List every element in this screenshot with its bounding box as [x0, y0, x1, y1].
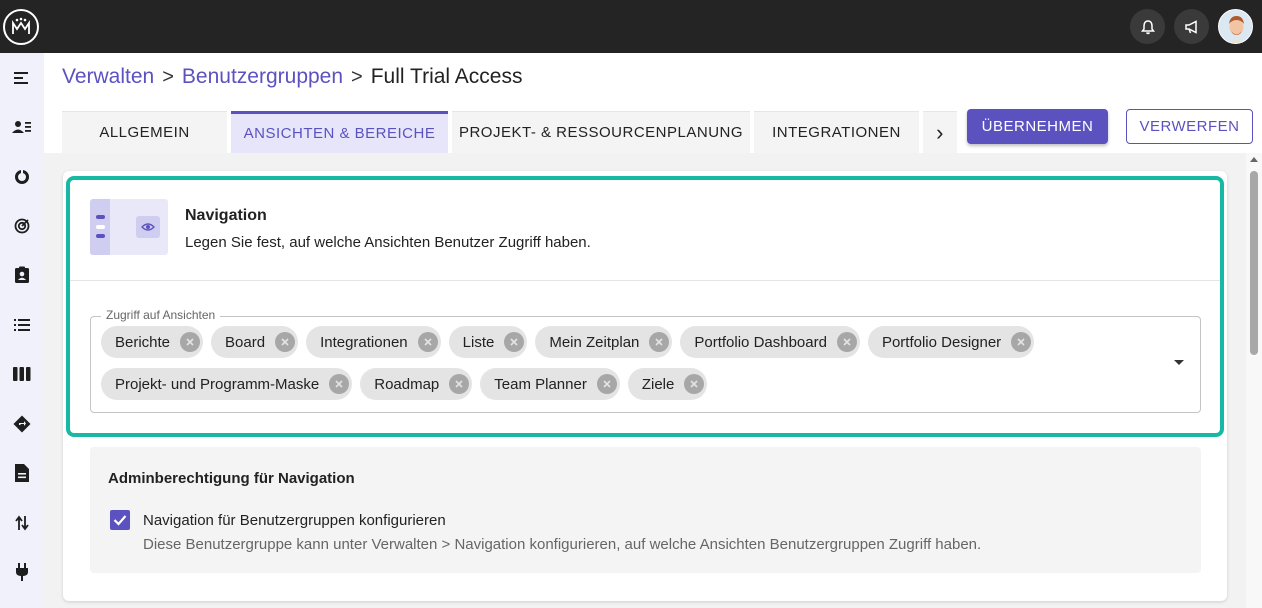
chip-integrationen: Integrationen — [306, 326, 441, 358]
views-access-label: Zugriff auf Ansichten — [101, 308, 221, 322]
users-icon[interactable] — [12, 117, 32, 137]
navigation-illustration — [90, 199, 168, 255]
navigation-title: Navigation — [185, 207, 267, 224]
chip-ziele: Ziele — [627, 368, 708, 400]
configure-navigation-checkbox[interactable] — [110, 510, 130, 530]
tab-bar: ALLGEMEIN ANSICHTEN & BEREICHE PROJEKT- … — [62, 111, 961, 153]
views-access-select[interactable]: Zugriff auf Ansichten Berichte Board Int… — [90, 308, 1201, 413]
sidebar — [0, 53, 44, 608]
admin-permission-title: Adminberechtigung für Navigation — [108, 470, 355, 487]
configure-navigation-label[interactable]: Navigation für Benutzergruppen konfiguri… — [143, 512, 446, 529]
chip-label: Portfolio Dashboard — [694, 333, 827, 351]
chip-team-planner: Team Planner — [480, 368, 620, 400]
chip-projekt-programm-maske: Projekt- und Programm-Maske — [101, 368, 353, 400]
chip-remove-icon[interactable] — [180, 332, 201, 352]
logo-icon — [12, 17, 30, 34]
document-icon[interactable] — [12, 463, 32, 483]
announcements-button[interactable] — [1174, 9, 1209, 44]
chip-remove-icon[interactable] — [449, 374, 470, 394]
configure-navigation-description: Diese Benutzergruppe kann unter Verwalte… — [143, 536, 982, 553]
breadcrumb-verwalten[interactable]: Verwalten — [62, 65, 154, 89]
chip-remove-icon[interactable] — [1011, 332, 1032, 352]
chip-label: Board — [225, 333, 266, 351]
chip-label: Portfolio Designer — [881, 333, 1002, 351]
chip-remove-icon[interactable] — [417, 332, 438, 352]
illustration-line — [96, 215, 105, 219]
admin-permission-section: Adminberechtigung für Navigation Navigat… — [90, 447, 1201, 573]
breadcrumb: Verwalten > Benutzergruppen > Full Trial… — [62, 63, 522, 91]
eye-icon — [136, 216, 160, 238]
chip-remove-icon[interactable] — [504, 332, 525, 352]
chip-label: Liste — [462, 333, 495, 351]
chip-board: Board — [211, 326, 299, 358]
menu-icon[interactable] — [12, 68, 32, 88]
discard-button[interactable]: VERWERFEN — [1126, 109, 1253, 144]
tab-ansichten-bereiche[interactable]: ANSICHTEN & BEREICHE — [231, 111, 448, 153]
views-chip-list: Berichte Board Integrationen Liste Mein … — [101, 326, 1151, 400]
dashboard-icon[interactable] — [12, 167, 32, 187]
chevron-right-icon: › — [936, 119, 944, 145]
chip-remove-icon[interactable] — [596, 374, 617, 394]
app-logo[interactable] — [3, 9, 39, 45]
dropdown-arrow-icon[interactable] — [1174, 360, 1184, 365]
scrollbar-thumb[interactable] — [1250, 171, 1258, 355]
breadcrumb-separator: > — [351, 65, 363, 88]
apply-button[interactable]: ÜBERNEHMEN — [967, 109, 1108, 144]
chip-label: Integrationen — [320, 333, 408, 351]
chip-roadmap: Roadmap — [360, 368, 473, 400]
chip-label: Berichte — [115, 333, 171, 351]
bell-icon — [1140, 19, 1155, 34]
chip-remove-icon[interactable] — [329, 374, 350, 394]
chip-label: Ziele — [641, 375, 675, 393]
illustration-line — [96, 234, 105, 238]
scrollbar[interactable] — [1246, 153, 1262, 608]
divider — [70, 280, 1220, 281]
chip-portfolio-designer: Portfolio Designer — [867, 326, 1035, 358]
roadmap-icon[interactable] — [12, 414, 32, 434]
illustration-line — [96, 225, 105, 229]
chip-portfolio-dashboard: Portfolio Dashboard — [680, 326, 860, 358]
chip-mein-zeitplan: Mein Zeitplan — [535, 326, 673, 358]
check-icon — [113, 515, 127, 526]
notifications-button[interactable] — [1130, 9, 1165, 44]
tab-projekt-ressourcenplanung[interactable]: PROJEKT- & RESSOURCENPLANUNG — [452, 111, 750, 153]
tab-integrationen[interactable]: INTEGRATIONEN — [754, 111, 919, 153]
megaphone-icon — [1184, 19, 1197, 34]
tabs-scroll-right-button[interactable]: › — [923, 111, 957, 153]
chip-berichte: Berichte — [101, 326, 204, 358]
assignment-icon[interactable] — [12, 265, 32, 285]
plug-icon[interactable] — [12, 562, 32, 582]
tab-allgemein[interactable]: ALLGEMEIN — [62, 111, 227, 153]
chip-label: Projekt- und Programm-Maske — [115, 375, 320, 393]
scroll-up-arrow-icon[interactable] — [1250, 157, 1258, 162]
chip-label: Team Planner — [494, 375, 587, 393]
target-icon[interactable] — [12, 216, 32, 236]
chip-remove-icon[interactable] — [684, 374, 705, 394]
chip-remove-icon[interactable] — [649, 332, 670, 352]
navigation-description: Legen Sie fest, auf welche Ansichten Ben… — [185, 234, 591, 251]
breadcrumb-separator: > — [162, 65, 174, 88]
user-avatar[interactable] — [1218, 9, 1253, 44]
chip-remove-icon[interactable] — [836, 332, 857, 352]
chip-label: Roadmap — [374, 375, 440, 393]
breadcrumb-benutzergruppen[interactable]: Benutzergruppen — [182, 65, 343, 89]
navigation-section: Navigation Legen Sie fest, auf welche An… — [66, 176, 1224, 437]
chip-label: Mein Zeitplan — [549, 333, 640, 351]
avatar-icon — [1219, 10, 1252, 43]
list-icon[interactable] — [12, 315, 32, 335]
chip-liste: Liste — [448, 326, 528, 358]
page-title: Full Trial Access — [370, 65, 523, 88]
chip-remove-icon[interactable] — [275, 332, 296, 352]
top-bar — [0, 0, 1262, 53]
board-icon[interactable] — [12, 364, 32, 384]
swap-icon[interactable] — [12, 513, 32, 533]
